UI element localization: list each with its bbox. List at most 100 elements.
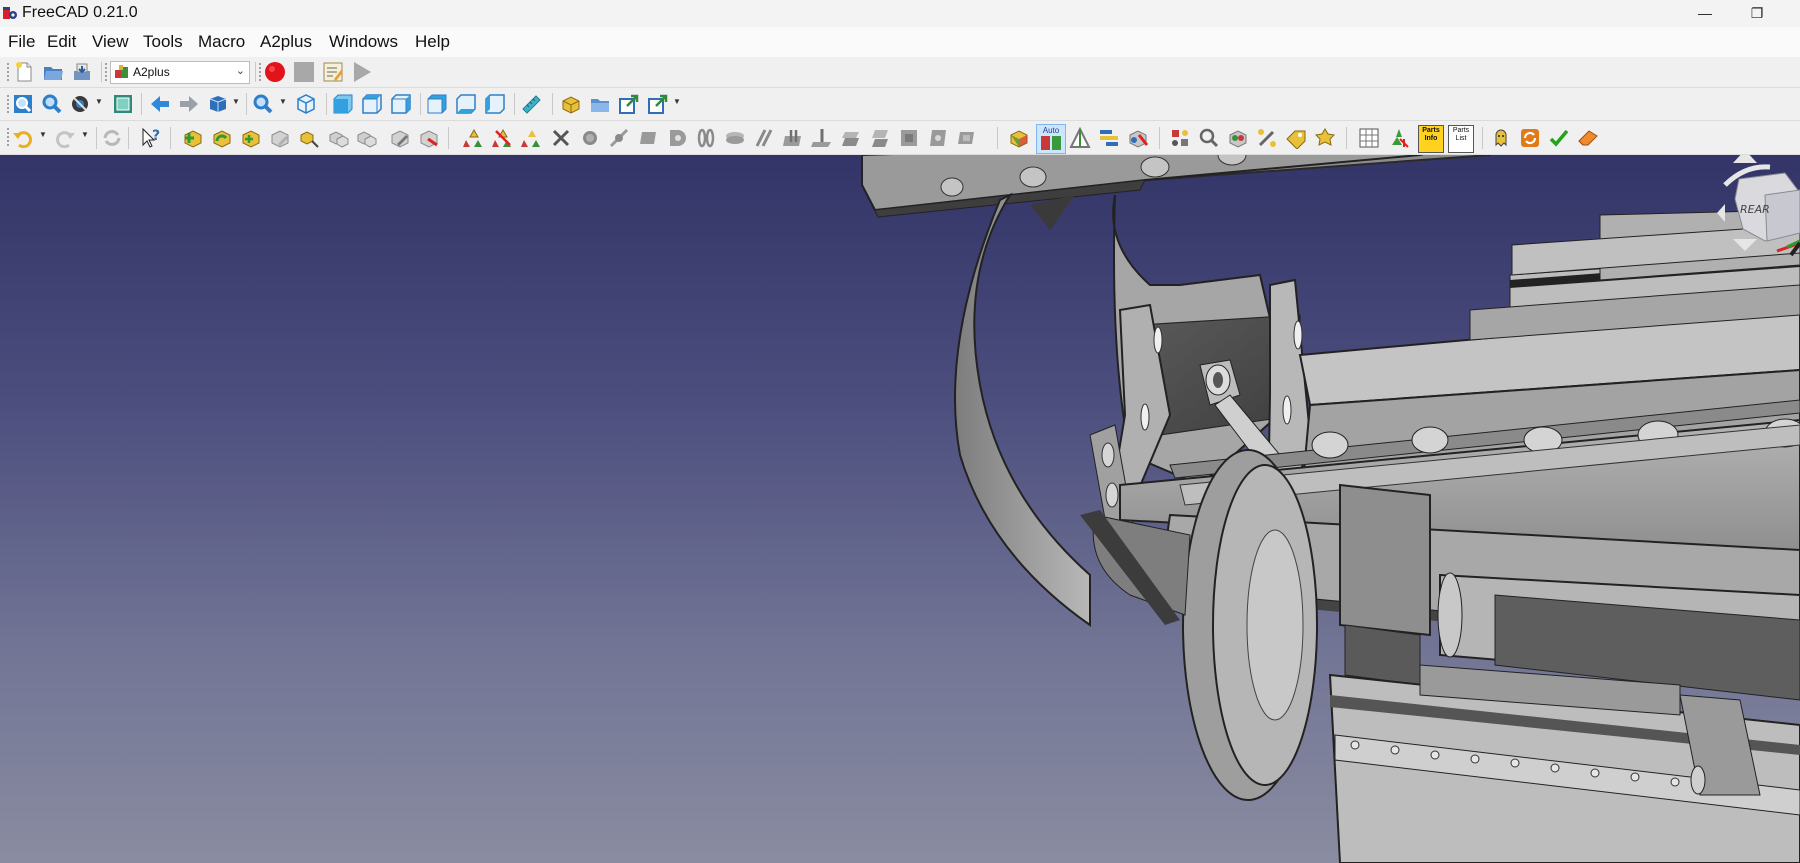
- undo-icon[interactable]: [12, 127, 34, 149]
- label-parts-icon[interactable]: [1227, 127, 1249, 149]
- cd-fc-icon[interactable]: [1169, 127, 1191, 149]
- menu-file[interactable]: File: [8, 32, 35, 52]
- stop-macro-icon[interactable]: [293, 61, 315, 83]
- plane-coincident-icon[interactable]: [840, 127, 862, 149]
- toolbar-grip[interactable]: [104, 62, 108, 82]
- circular-edge-icon[interactable]: [695, 127, 717, 149]
- refresh-icon[interactable]: [101, 127, 123, 149]
- delete-part-icon[interactable]: [418, 127, 440, 149]
- sphere-center-icon[interactable]: [666, 127, 688, 149]
- planes-parallel-icon[interactable]: [869, 127, 891, 149]
- 3d-viewport[interactable]: REAR: [0, 155, 1800, 863]
- rear-view-icon[interactable]: [426, 93, 448, 115]
- angled-planes-icon[interactable]: [898, 127, 920, 149]
- draw-style-icon[interactable]: [70, 93, 92, 115]
- shape-extractor-icon[interactable]: [1314, 127, 1336, 149]
- toggle-labels-icon[interactable]: [1285, 127, 1307, 149]
- minimize-button[interactable]: —: [1682, 0, 1728, 27]
- toolbar-grip[interactable]: [6, 62, 10, 82]
- create-part-icon[interactable]: [560, 93, 582, 115]
- chevron-down-icon[interactable]: ▼: [279, 97, 287, 106]
- menu-edit[interactable]: Edit: [47, 32, 76, 52]
- forward-arrow-icon[interactable]: [178, 93, 200, 115]
- toolbar-grip[interactable]: [6, 94, 10, 114]
- axial-icon[interactable]: [724, 127, 746, 149]
- chevron-down-icon[interactable]: ▼: [39, 130, 47, 139]
- duplicate-assembly-icon[interactable]: [356, 127, 378, 149]
- move-part-under-constraints-icon[interactable]: [327, 127, 349, 149]
- open-folder-icon[interactable]: [42, 61, 64, 83]
- edit-part-icon[interactable]: [269, 127, 291, 149]
- fit-selection-icon[interactable]: [41, 93, 63, 115]
- sync-view-icon[interactable]: [207, 93, 229, 115]
- chevron-down-icon[interactable]: ▼: [232, 97, 240, 106]
- bounding-box-icon[interactable]: [112, 93, 134, 115]
- point-on-plane-icon[interactable]: [637, 127, 659, 149]
- toolbar-grip[interactable]: [258, 62, 262, 82]
- left-view-icon[interactable]: [484, 93, 506, 115]
- search-icon[interactable]: [1198, 127, 1220, 149]
- remove-constraint-icon[interactable]: [550, 127, 572, 149]
- menu-macro[interactable]: Macro: [198, 32, 245, 52]
- parts-list-button[interactable]: Parts List: [1448, 125, 1474, 153]
- edit-macro-icon[interactable]: [322, 61, 344, 83]
- update-assembly-icon[interactable]: [1519, 127, 1541, 149]
- repair-tree-icon[interactable]: [1256, 127, 1278, 149]
- show-constraints-icon[interactable]: [1098, 127, 1120, 149]
- eraser-icon[interactable]: [1577, 127, 1599, 149]
- flip-constraint-icon[interactable]: [521, 127, 543, 149]
- bill-of-materials-icon[interactable]: [1358, 127, 1380, 149]
- parts-info-button[interactable]: Parts Info: [1418, 125, 1444, 153]
- new-document-icon[interactable]: [13, 61, 35, 83]
- menu-tools[interactable]: Tools: [143, 32, 183, 52]
- redo-icon[interactable]: [54, 127, 76, 149]
- add-part-icon[interactable]: [182, 127, 204, 149]
- assembly-model[interactable]: [0, 155, 1800, 863]
- point-on-line-icon[interactable]: [608, 127, 630, 149]
- whats-this-icon[interactable]: ?: [140, 127, 162, 149]
- constraint-diagnostics-icon[interactable]: [1127, 127, 1149, 149]
- chevron-down-icon[interactable]: ▼: [95, 97, 103, 106]
- toggle-transparency-icon[interactable]: [1008, 127, 1030, 149]
- link-actions-icon[interactable]: [647, 93, 669, 115]
- solve-constraints-icon[interactable]: [463, 127, 485, 149]
- checkmark-icon[interactable]: [1548, 127, 1570, 149]
- duplicate-part-icon[interactable]: [240, 127, 262, 149]
- ghost-preview-icon[interactable]: [1490, 127, 1512, 149]
- fit-all-icon[interactable]: [12, 93, 34, 115]
- auto-solve-toggle[interactable]: Auto: [1036, 124, 1066, 154]
- point-identity-icon[interactable]: [579, 127, 601, 149]
- save-icon[interactable]: [71, 61, 93, 83]
- measure-distance-icon[interactable]: [520, 93, 542, 115]
- axis-plane-normal-icon[interactable]: [811, 127, 833, 149]
- chevron-down-icon[interactable]: ▼: [673, 97, 681, 106]
- back-arrow-icon[interactable]: [149, 93, 171, 115]
- workbench-selector[interactable]: A2plus ⌄: [110, 61, 250, 84]
- front-view-icon[interactable]: [332, 93, 354, 115]
- bottom-view-icon[interactable]: [455, 93, 477, 115]
- toolbar-grip[interactable]: [6, 127, 10, 147]
- create-group-icon[interactable]: [589, 93, 611, 115]
- chevron-down-icon[interactable]: ▼: [81, 130, 89, 139]
- menu-help[interactable]: Help: [415, 32, 450, 52]
- delete-constraints-icon[interactable]: [492, 127, 514, 149]
- update-imported-parts-icon[interactable]: [211, 127, 233, 149]
- convert-part-icon[interactable]: [389, 127, 411, 149]
- menu-view[interactable]: View: [92, 32, 129, 52]
- restore-button[interactable]: ❐: [1734, 0, 1780, 27]
- plane-to-plane-icon[interactable]: [956, 127, 978, 149]
- record-macro-icon[interactable]: [264, 61, 286, 83]
- menu-windows[interactable]: Windows: [329, 32, 398, 52]
- zoom-icon[interactable]: [252, 93, 274, 115]
- center-of-mass-icon[interactable]: [927, 127, 949, 149]
- isometric-view-icon[interactable]: [295, 93, 317, 115]
- axis-plane-parallel-icon[interactable]: [782, 127, 804, 149]
- create-link-icon[interactable]: [618, 93, 640, 115]
- right-view-icon[interactable]: [390, 93, 412, 115]
- top-view-icon[interactable]: [361, 93, 383, 115]
- menu-a2plus[interactable]: A2plus: [260, 32, 312, 52]
- flip-direction-icon[interactable]: [1069, 127, 1091, 149]
- move-part-icon[interactable]: [298, 127, 320, 149]
- create-spreadsheet-icon[interactable]: [1388, 127, 1410, 149]
- execute-macro-icon[interactable]: [351, 61, 373, 83]
